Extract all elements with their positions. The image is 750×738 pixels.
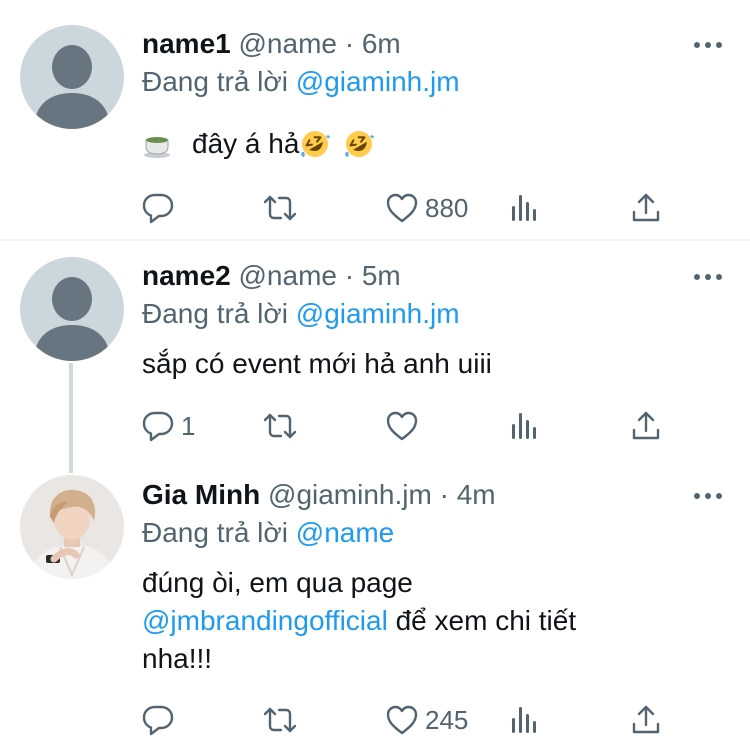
teacup-icon [144,137,170,158]
replying-to: Đang trả lời @name [142,515,394,551]
reply-mention-link[interactable]: @name [296,517,394,548]
reply-button[interactable] [141,188,175,228]
like-count: 880 [425,192,469,223]
like-count: 245 [425,704,469,735]
tweet-text-line-3: nha!!! [142,643,213,674]
separator-dot: · [439,479,449,510]
share-button[interactable] [631,188,661,228]
rofl-emoji-icon [301,131,331,157]
timestamp[interactable]: 4m [457,479,496,510]
reply-icon [142,411,174,442]
gia-minh-avatar[interactable] [20,475,124,579]
heart-icon [386,705,418,735]
analytics-button[interactable] [510,188,540,228]
tweet-3[interactable]: Gia Minh @giaminh.jm · 4m Đang trả lời @… [0,461,750,738]
separator-dot: · [344,28,355,59]
separator-dot: · [344,260,355,291]
tweet-actions: 245 [0,700,750,738]
reply-mention-link[interactable]: @giaminh.jm [296,66,460,97]
reply-icon [142,193,174,224]
tweet-header: Gia Minh @giaminh.jm · 4m [142,477,496,513]
tweet-1[interactable]: name1 @name · 6m Đang trả lời @giaminh.j… [0,0,750,240]
replying-to: Đang trả lời @giaminh.jm [142,64,460,100]
display-name[interactable]: name2 [142,260,231,291]
replying-to-label: Đang trả lời [142,298,288,329]
share-button[interactable] [631,406,661,446]
default-avatar[interactable] [20,257,124,361]
tweet-text: đây á hả [142,125,375,163]
retweet-button[interactable] [262,188,298,228]
like-button[interactable]: 245 [385,700,468,738]
share-icon [632,411,660,440]
analytics-icon [512,195,536,221]
timestamp[interactable]: 5m [362,260,401,291]
analytics-icon [512,413,536,439]
reply-count: 1 [181,410,196,441]
default-avatar[interactable] [20,25,124,129]
more-options-icon[interactable] [694,491,722,501]
rofl-emoji-icon [345,131,375,157]
analytics-icon [512,707,536,733]
user-handle[interactable]: @name [239,28,337,59]
user-handle[interactable]: @giaminh.jm [268,479,432,510]
tweet-text-after-mention: để xem chi tiết [387,605,577,636]
retweet-icon [263,707,297,733]
analytics-button[interactable] [510,700,540,738]
tweet-header: name1 @name · 6m [142,26,401,62]
tweet-2[interactable]: name2 @name · 5m Đang trả lời @giaminh.j… [0,241,750,473]
tweet-text: sắp có event mới hả anh uiii [142,348,492,379]
timestamp[interactable]: 6m [362,28,401,59]
reply-button[interactable]: 1 [141,406,195,446]
more-options-icon[interactable] [694,272,722,282]
page-mention-link[interactable]: @jmbrandingofficial [142,605,388,636]
tweet-header: name2 @name · 5m [142,258,401,294]
like-button[interactable]: 880 [385,188,468,228]
retweet-icon [263,195,297,221]
heart-icon [386,411,418,441]
reply-mention-link[interactable]: @giaminh.jm [296,298,460,329]
replying-to: Đang trả lời @giaminh.jm [142,296,460,332]
reply-button[interactable] [141,700,175,738]
profile-photo-icon [20,475,124,579]
share-button[interactable] [631,700,661,738]
display-name[interactable]: name1 [142,28,231,59]
replying-to-label: Đang trả lời [142,517,288,548]
heart-icon [386,193,418,223]
tweet-text-line-2: @jmbrandingofficial để xem chi tiết [142,602,702,640]
analytics-button[interactable] [510,406,540,446]
default-profile-icon [34,277,110,361]
retweet-button[interactable] [262,406,298,446]
tweet-text-content: đây á hả [192,128,300,159]
tweet-actions: 1 [0,406,750,446]
share-icon [632,193,660,222]
like-button[interactable] [385,406,419,446]
retweet-button[interactable] [262,700,298,738]
default-profile-icon [34,45,110,129]
reply-icon [142,705,174,736]
share-icon [632,705,660,734]
tweet-text: đúng òi, em qua page @jmbrandingofficial… [142,564,702,678]
tweet-text-line-1: đúng òi, em qua page [142,567,413,598]
retweet-icon [263,413,297,439]
replying-to-label: Đang trả lời [142,66,288,97]
user-handle[interactable]: @name [239,260,337,291]
more-options-icon[interactable] [694,40,722,50]
tweet-actions: 880 [0,188,750,228]
display-name[interactable]: Gia Minh [142,479,260,510]
